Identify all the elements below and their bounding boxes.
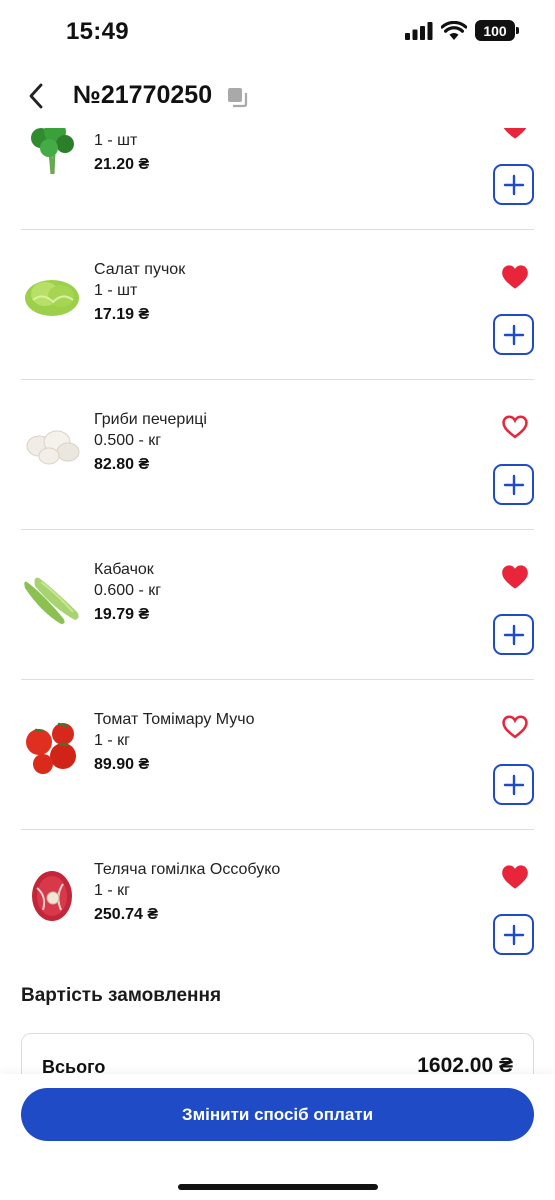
item-name: Гриби печериці — [94, 411, 207, 428]
chevron-left-icon — [29, 83, 43, 109]
heart-filled-icon[interactable] — [501, 564, 529, 590]
wifi-icon — [441, 21, 467, 40]
order-cost-title: Вартість замовлення — [21, 985, 222, 1006]
item-price: 89.90 ₴ — [94, 756, 150, 773]
veal-shank-image — [32, 871, 72, 921]
back-button[interactable] — [18, 78, 54, 114]
plus-icon — [503, 474, 524, 495]
item-price: 19.79 ₴ — [94, 606, 150, 623]
item-name: Салат пучок — [94, 261, 186, 278]
plus-icon — [503, 174, 524, 195]
plus-icon — [503, 624, 524, 645]
plus-icon — [503, 324, 524, 345]
copy-icon[interactable] — [224, 84, 252, 112]
item-quantity: 0.500 - кг — [94, 432, 162, 449]
add-to-cart-button[interactable] — [493, 764, 534, 805]
status-bar: 15:49 100 — [0, 0, 555, 64]
heart-filled-icon[interactable] — [501, 864, 529, 890]
item-quantity: 1 - шт — [94, 282, 138, 299]
heart-filled-icon[interactable] — [501, 264, 529, 290]
list-item: Томат Томімару Мучо 1 - кг 89.90 ₴ — [21, 680, 534, 830]
zucchini-image — [24, 577, 79, 624]
item-quantity: 1 - кг — [94, 732, 130, 749]
item-price: 250.74 ₴ — [94, 906, 159, 923]
plus-icon — [503, 924, 524, 945]
order-number: №21770250 — [73, 81, 213, 109]
cellular-signal-icon — [405, 21, 433, 40]
plus-icon — [503, 774, 524, 795]
item-price: 82.80 ₴ — [94, 456, 150, 473]
heart-filled-icon[interactable] — [501, 128, 529, 140]
add-to-cart-button[interactable] — [493, 914, 534, 955]
lettuce-image — [25, 280, 79, 316]
item-price: 17.19 ₴ — [94, 306, 150, 323]
item-quantity: 1 - кг — [94, 882, 130, 899]
add-to-cart-button[interactable] — [493, 314, 534, 355]
change-payment-method-button[interactable]: Змінити спосіб оплати — [21, 1088, 534, 1141]
tomatoes-image — [26, 722, 76, 774]
home-indicator — [178, 1184, 378, 1190]
item-quantity: 0.600 - кг — [94, 582, 162, 599]
mushrooms-image — [26, 430, 80, 465]
item-name: Томат Томімару Мучо — [94, 711, 255, 728]
battery-level: 100 — [483, 22, 507, 39]
heart-outline-icon[interactable] — [501, 414, 529, 440]
item-name: Теляча гомілка Оссобуко — [94, 861, 281, 878]
battery-icon: 100 — [475, 20, 519, 41]
order-items-list: 1 - шт 21.20 ₴ Салат пучок 1 - шт 17.19 … — [0, 128, 555, 973]
add-to-cart-button[interactable] — [493, 464, 534, 505]
status-icons: 100 — [405, 20, 519, 41]
item-quantity: 1 - шт — [94, 132, 138, 149]
heart-outline-icon[interactable] — [501, 714, 529, 740]
item-name: Кабачок — [94, 561, 154, 578]
add-to-cart-button[interactable] — [493, 614, 534, 655]
status-time: 15:49 — [66, 18, 129, 45]
item-price: 21.20 ₴ — [94, 156, 150, 173]
list-item: 1 - шт 21.20 ₴ — [21, 128, 534, 230]
list-item: Кабачок 0.600 - кг 19.79 ₴ — [21, 530, 534, 680]
add-to-cart-button[interactable] — [493, 164, 534, 205]
bottom-action-bar: Змінити спосіб оплати — [0, 1074, 555, 1200]
list-item: Теляча гомілка Оссобуко 1 - кг 250.74 ₴ — [21, 830, 534, 973]
herb-bunch-image — [31, 128, 74, 175]
list-item: Салат пучок 1 - шт 17.19 ₴ — [21, 230, 534, 380]
list-item: Гриби печериці 0.500 - кг 82.80 ₴ — [21, 380, 534, 530]
header: №21770250 — [0, 64, 555, 128]
